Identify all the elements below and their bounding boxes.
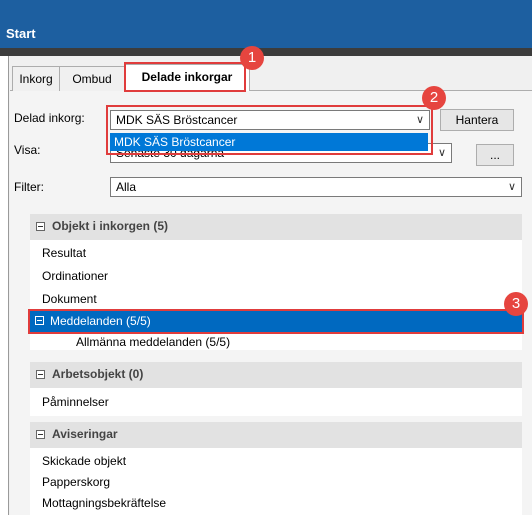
filter-value: Alla bbox=[116, 180, 137, 194]
section-work-header[interactable]: Arbetsobjekt (0) bbox=[30, 362, 522, 388]
section-work-title: Arbetsobjekt (0) bbox=[52, 367, 144, 381]
tab-inkorg[interactable]: Inkorg bbox=[12, 66, 60, 91]
shared-inbox-label: Delad inkorg: bbox=[14, 111, 85, 125]
section-notifications-header[interactable]: Aviseringar bbox=[30, 422, 522, 448]
window-title-bar: Start bbox=[0, 0, 532, 48]
callout-badge-1: 1 bbox=[240, 46, 264, 70]
section-inbox-header[interactable]: Objekt i inkorgen (5) bbox=[30, 214, 522, 240]
highlight-box-selected-row bbox=[28, 309, 524, 334]
manage-button[interactable]: Hantera bbox=[440, 109, 514, 131]
chevron-down-icon[interactable]: ∨ bbox=[503, 178, 521, 196]
callout-badge-3: 3 bbox=[504, 292, 528, 316]
filter-select[interactable]: Alla ∨ bbox=[110, 177, 522, 197]
collapse-icon[interactable] bbox=[36, 430, 45, 439]
section-inbox-title: Objekt i inkorgen (5) bbox=[52, 219, 169, 233]
collapse-icon[interactable] bbox=[36, 370, 45, 379]
chevron-down-icon[interactable]: ∨ bbox=[433, 144, 451, 162]
list-item-ordinationer[interactable]: Ordinationer bbox=[42, 269, 108, 283]
list-item-resultat[interactable]: Resultat bbox=[42, 246, 86, 260]
list-item-paminnelser[interactable]: Påminnelser bbox=[42, 395, 109, 409]
section-notifications-title: Aviseringar bbox=[52, 427, 118, 441]
collapse-icon[interactable] bbox=[36, 222, 45, 231]
list-item-dokument[interactable]: Dokument bbox=[42, 292, 97, 306]
list-item-papperskorg[interactable]: Papperskorg bbox=[42, 475, 110, 489]
list-item-allmanna-meddelanden[interactable]: Allmänna meddelanden (5/5) bbox=[76, 335, 230, 349]
show-label: Visa: bbox=[14, 143, 41, 157]
highlight-box-tab bbox=[124, 62, 246, 92]
highlight-box-dropdown bbox=[106, 105, 433, 155]
tab-ombud[interactable]: Ombud bbox=[59, 66, 125, 91]
window-title: Start bbox=[6, 26, 36, 41]
more-button[interactable]: ... bbox=[476, 144, 514, 166]
title-separator bbox=[0, 48, 532, 56]
callout-badge-2: 2 bbox=[422, 86, 446, 110]
filter-label: Filter: bbox=[14, 180, 44, 194]
list-item-mottagningsbekraftelse[interactable]: Mottagningsbekräftelse bbox=[42, 496, 166, 510]
list-item-skickade-objekt[interactable]: Skickade objekt bbox=[42, 454, 126, 468]
